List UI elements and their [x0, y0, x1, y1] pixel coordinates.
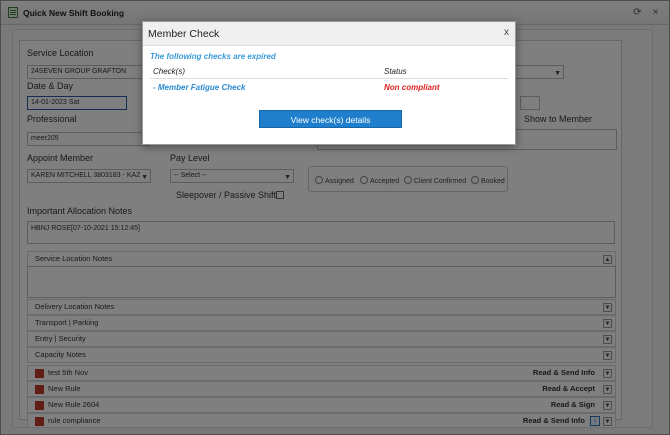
table-row: - Member Fatigue Check Non compliant: [150, 81, 508, 95]
dialog-header: Member Check x: [143, 22, 515, 46]
expired-message: The following checks are expired: [150, 52, 276, 61]
check-status: Non compliant: [384, 83, 440, 92]
check-name[interactable]: - Member Fatigue Check: [153, 83, 245, 92]
column-header-status: Status: [384, 67, 407, 76]
checks-table-header: Check(s) Status: [150, 65, 508, 79]
dialog-title: Member Check: [148, 28, 220, 40]
column-header-check: Check(s): [153, 67, 186, 76]
close-button[interactable]: x: [504, 27, 509, 38]
member-check-dialog: Member Check x The following checks are …: [142, 21, 516, 145]
view-check-details-button[interactable]: View check(s) details: [259, 110, 402, 128]
